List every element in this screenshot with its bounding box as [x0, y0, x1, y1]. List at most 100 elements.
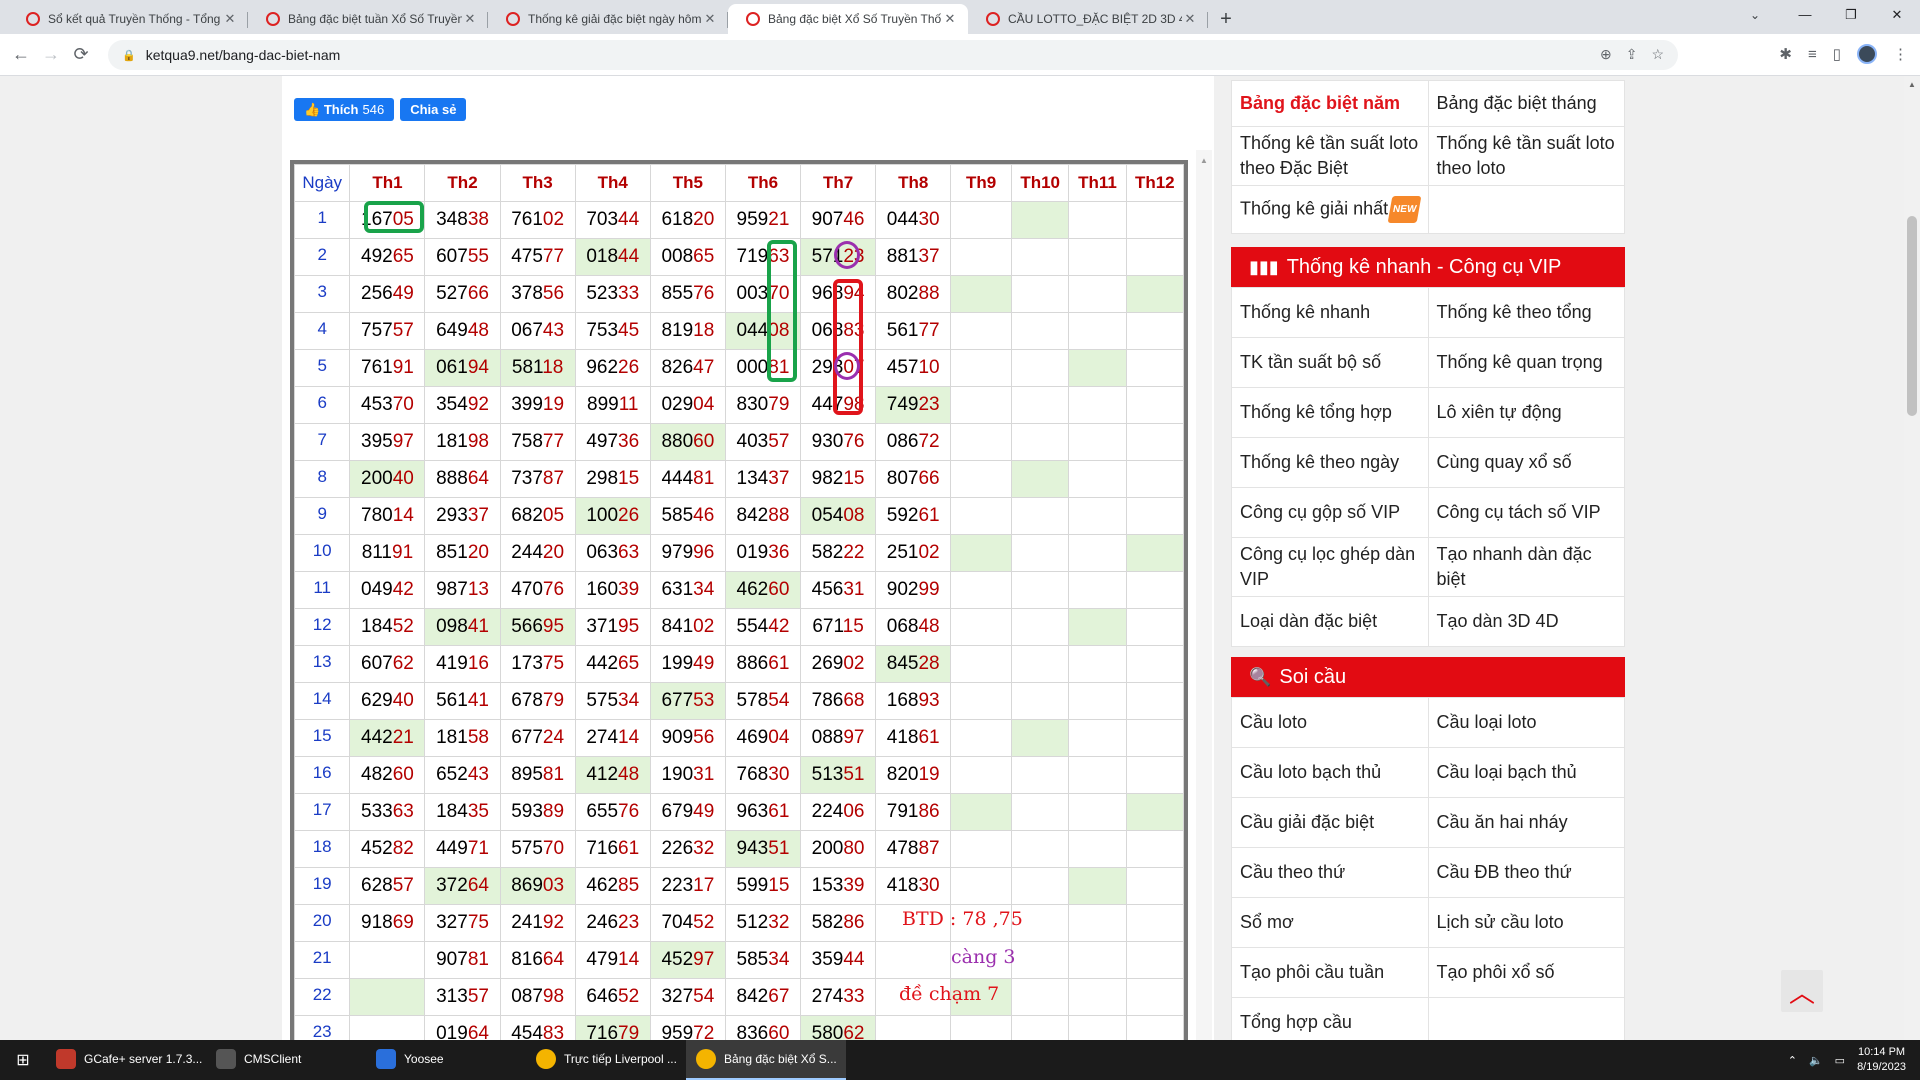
- back-icon[interactable]: ←: [6, 44, 36, 65]
- taskbar-item[interactable]: Bảng đặc biệt Xổ S...: [686, 1040, 846, 1080]
- prize-number-head: 820: [886, 764, 919, 785]
- prize-cell: 68205: [499, 497, 576, 535]
- share-button[interactable]: Chia sẻ: [400, 98, 467, 121]
- prize-cell: 08897: [800, 719, 877, 757]
- sidebar-link[interactable]: Thống kê theo ngày: [1231, 437, 1429, 488]
- sidebar-link[interactable]: Thống kê tần suất loto theo Đặc Biệt: [1231, 126, 1429, 186]
- sidebar-link[interactable]: Lịch sử cầu loto: [1427, 897, 1625, 948]
- sidebar-link[interactable]: Thống kê giải nhất NEW: [1231, 185, 1429, 234]
- sidebar-link[interactable]: Bảng đặc biệt tháng: [1427, 80, 1625, 127]
- sidebar-link[interactable]: Tạo dàn 3D 4D: [1427, 596, 1625, 647]
- reload-icon[interactable]: ⟳: [66, 44, 96, 65]
- prize-cell: 58546: [649, 497, 726, 535]
- prize-number-tail: 60: [693, 431, 715, 452]
- tab-close-icon[interactable]: ✕: [462, 11, 478, 27]
- sidebar-link[interactable]: Thống kê nhanh: [1231, 287, 1429, 338]
- tab-close-icon[interactable]: ✕: [1182, 11, 1198, 27]
- sidebar-link[interactable]: Loại dàn đặc biệt: [1231, 596, 1429, 647]
- browser-tab[interactable]: Sổ kết quả Truyền Thống - Tổng ✕: [8, 4, 248, 34]
- prize-number-head: 918: [361, 912, 393, 933]
- prize-number-tail: 30: [918, 209, 940, 230]
- network-icon[interactable]: ▭: [1835, 1054, 1845, 1067]
- menu-icon[interactable]: ⋮: [1893, 45, 1908, 63]
- minimize-button[interactable]: —: [1782, 0, 1828, 30]
- tab-close-icon[interactable]: ✕: [702, 11, 718, 27]
- sidebar-link[interactable]: Cầu theo thứ: [1231, 847, 1429, 898]
- sidebar-link[interactable]: TK tần suất bộ số: [1231, 337, 1429, 388]
- browser-tab[interactable]: Thống kê giải đặc biệt ngày hôm ✕: [488, 4, 728, 34]
- sidebar-link[interactable]: Tạo nhanh dàn đặc biệt: [1427, 537, 1625, 597]
- maximize-button[interactable]: ❐: [1828, 0, 1874, 30]
- sidebar-link[interactable]: Thống kê quan trọng: [1427, 337, 1625, 388]
- sidebar-link[interactable]: Tạo phôi cầu tuần: [1231, 947, 1429, 998]
- taskbar-item[interactable]: GCafe+ server 1.7.3...: [46, 1040, 206, 1080]
- sidebar-link[interactable]: Công cụ gộp số VIP: [1231, 487, 1429, 538]
- clock[interactable]: 10:14 PM 8/19/2023: [1857, 1045, 1906, 1075]
- sidebar-link[interactable]: Cùng quay xổ số: [1427, 437, 1625, 488]
- volume-icon[interactable]: 🔈: [1809, 1054, 1823, 1067]
- prize-number-head: 880: [661, 431, 694, 452]
- sidebar-link[interactable]: Công cụ tách số VIP: [1427, 487, 1625, 538]
- site-favicon-icon: [506, 12, 520, 26]
- sidebar-link[interactable]: Thống kê tần suất loto theo loto: [1427, 126, 1625, 186]
- sidebar-link[interactable]: Cầu loto: [1231, 697, 1429, 748]
- clock-time: 10:14 PM: [1857, 1046, 1906, 1058]
- prize-cell: 10026: [574, 497, 651, 535]
- prize-cell: 75757: [349, 312, 426, 350]
- side-panel-icon[interactable]: ▯: [1833, 45, 1841, 63]
- extensions-icon[interactable]: ✱: [1779, 45, 1792, 63]
- taskbar-item[interactable]: Trực tiếp Liverpool ...: [526, 1040, 686, 1080]
- prize-number-head: 881: [886, 246, 919, 267]
- tab-close-icon[interactable]: ✕: [942, 11, 958, 27]
- browser-tab[interactable]: Bảng đặc biệt tuần Xổ Số Truyền ✕: [248, 4, 488, 34]
- prize-number-tail: 70: [392, 394, 414, 415]
- browser-tab[interactable]: Bảng đặc biệt Xổ Số Truyền Thốn ✕: [728, 4, 968, 34]
- new-tab-button[interactable]: +: [1208, 4, 1244, 34]
- share-icon[interactable]: ⇪: [1626, 46, 1638, 63]
- sidebar-link[interactable]: Cầu ăn hai nháy: [1427, 797, 1625, 848]
- prize-number-tail: 95: [618, 616, 640, 637]
- sidebar-link[interactable]: Cầu loại loto: [1427, 697, 1625, 748]
- sidebar-link[interactable]: Công cụ lọc ghép dàn VIP: [1231, 537, 1429, 597]
- scrollbar-thumb[interactable]: [1907, 216, 1917, 416]
- windows-start-icon[interactable]: ⊞: [0, 1050, 46, 1070]
- sidebar-link-label: Thống kê tần suất loto theo Đặc Biệt: [1240, 133, 1419, 178]
- reading-list-icon[interactable]: ≡: [1808, 46, 1817, 63]
- zoom-icon[interactable]: ⊕: [1600, 46, 1612, 63]
- profile-avatar[interactable]: [1857, 44, 1877, 64]
- sidebar-link[interactable]: Thống kê tổng hợp: [1231, 387, 1429, 438]
- sidebar-link[interactable]: Cầu loto bạch thủ: [1231, 747, 1429, 798]
- address-bar[interactable]: 🔒 ketqua9.net/bang-dac-biet-nam ⊕ ⇪ ☆: [108, 40, 1678, 70]
- prize-cell: 52333: [574, 275, 651, 313]
- sidebar-link[interactable]: Cầu ĐB theo thứ: [1427, 847, 1625, 898]
- table-scrollbar[interactable]: ▲: [1196, 150, 1212, 1040]
- taskbar-item[interactable]: CMSClient: [206, 1040, 366, 1080]
- tab-close-icon[interactable]: ✕: [222, 11, 238, 27]
- forward-icon[interactable]: →: [36, 44, 66, 65]
- sidebar-link[interactable]: Thống kê theo tổng: [1427, 287, 1625, 338]
- lock-icon[interactable]: 🔒: [122, 49, 136, 62]
- browser-tab[interactable]: CẦU LOTTO_ĐẶC BIỆT 2D 3D 4D ✕: [968, 4, 1208, 34]
- sidebar-link[interactable]: Lô xiên tự động: [1427, 387, 1625, 438]
- prize-number-tail: 30: [768, 764, 790, 785]
- sidebar-link[interactable]: Tạo phôi xổ số: [1427, 947, 1625, 998]
- sidebar-link[interactable]: Sổ mơ: [1231, 897, 1429, 948]
- prize-number-head: 153: [811, 875, 844, 896]
- sidebar-link[interactable]: Cầu loại bạch thủ: [1427, 747, 1625, 798]
- prize-number-head: 029: [661, 394, 694, 415]
- prize-cell: 91869: [349, 904, 426, 942]
- tray-chevron-icon[interactable]: ⌃: [1788, 1054, 1797, 1067]
- close-window-button[interactable]: ✕: [1874, 0, 1920, 30]
- sidebar-link[interactable]: Bảng đặc biệt năm: [1231, 80, 1429, 127]
- back-to-top-button[interactable]: ︿: [1781, 970, 1823, 1012]
- prize-cell: 84267: [724, 978, 802, 1016]
- tab-search-icon[interactable]: ⌄: [1750, 8, 1760, 22]
- bookmark-star-icon[interactable]: ☆: [1651, 46, 1664, 63]
- like-button[interactable]: 👍 Thích 546: [294, 98, 395, 121]
- prize-number-head: 758: [511, 431, 543, 452]
- scroll-up-icon[interactable]: ▲: [1908, 80, 1916, 89]
- page-scrollbar[interactable]: ▲: [1904, 76, 1920, 1040]
- social-bar: 👍 Thích 546 Chia sẻ: [294, 98, 467, 121]
- taskbar-item[interactable]: Yoosee: [366, 1040, 526, 1080]
- sidebar-link[interactable]: Cầu giải đặc biệt: [1231, 797, 1429, 848]
